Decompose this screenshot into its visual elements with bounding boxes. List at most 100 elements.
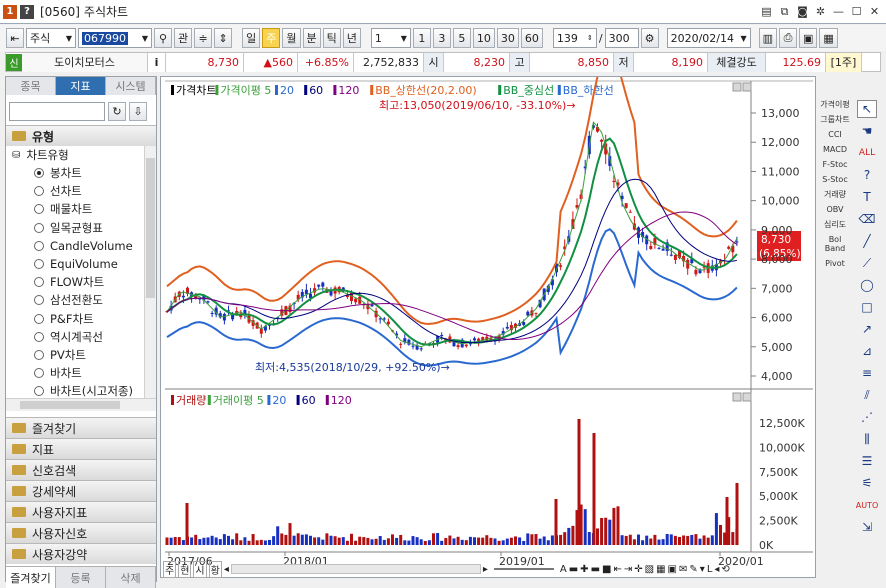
help-tool-icon[interactable]: ? <box>857 166 877 184</box>
save-icon[interactable]: ▣ <box>799 28 818 48</box>
tool-sstoc[interactable]: S-Stoc <box>820 175 850 184</box>
info-icon[interactable]: i <box>148 52 166 72</box>
folder-strength[interactable]: 강세약세 <box>6 480 156 501</box>
gear-icon[interactable]: ✲ <box>813 4 828 19</box>
zoom-out-icon[interactable]: ▬ <box>569 564 578 575</box>
settings-line-icon[interactable]: ⚟ <box>857 474 877 492</box>
code-input[interactable]: 067990 ▼ <box>78 28 152 48</box>
text-tool-icon[interactable]: A <box>560 564 567 575</box>
list-item[interactable]: 바차트(시고저종) <box>6 382 156 398</box>
line-icon[interactable]: L <box>707 564 713 575</box>
bottom-btn-market[interactable]: 시 <box>193 560 207 578</box>
stop-icon[interactable]: ■ <box>602 564 611 575</box>
list-item[interactable]: 선차트 <box>6 182 156 200</box>
tool-fstoc[interactable]: F-Stoc <box>820 160 850 169</box>
chart-area[interactable]: 가격차트 가격이평 5 20 60 120 BB_상한선(20,2.00) BB_중심선 BB… <box>160 46 816 578</box>
spin-icon[interactable]: ⇕ <box>214 28 233 48</box>
interval-select[interactable]: 1 ▼ <box>370 28 411 48</box>
list-item[interactable]: 봉차트 <box>6 164 156 182</box>
vertical-scrollbar[interactable] <box>144 146 156 398</box>
bottom-btn-status[interactable]: 황 <box>208 560 222 578</box>
interval-1-button[interactable]: 1 <box>412 28 431 48</box>
fibonacci-icon[interactable]: ≡ <box>857 364 877 382</box>
rectangle-icon[interactable]: □ <box>857 298 877 316</box>
tab-system[interactable]: 시스템 <box>106 77 156 95</box>
interval-5-button[interactable]: 5 <box>452 28 471 48</box>
interval-60-button[interactable]: 60 <box>520 28 543 48</box>
tab-period-minute[interactable]: 분 <box>302 28 321 48</box>
gann-icon[interactable]: ⊿ <box>857 342 877 360</box>
bottom-btn-week[interactable]: 주 <box>163 560 177 578</box>
tab-period-tick[interactable]: 틱 <box>322 28 341 48</box>
tool-obv[interactable]: OBV <box>820 205 850 214</box>
text-icon[interactable]: T <box>857 188 877 206</box>
folder-favorites[interactable]: 즐겨찾기 <box>6 417 156 438</box>
last-icon[interactable]: ⇥ <box>624 564 632 575</box>
print-icon[interactable]: ⎙ <box>779 28 797 48</box>
tab-period-year[interactable]: 년 <box>342 28 361 48</box>
chart-scrollbar[interactable] <box>230 564 481 574</box>
minus-icon[interactable]: ▬ <box>591 564 600 575</box>
tab-indicator[interactable]: 지표 <box>56 77 106 95</box>
list-item[interactable]: 삼선전환도 <box>6 291 156 309</box>
vol-pane-minimize-icon[interactable] <box>732 392 742 402</box>
horizontal-scrollbar[interactable] <box>6 398 156 411</box>
search-icon[interactable]: ⚲ <box>154 28 172 48</box>
tool-pivot[interactable]: Pivot <box>820 259 850 268</box>
trend-line-icon[interactable]: ⟋ <box>857 254 877 272</box>
maximize-icon[interactable]: ☐ <box>849 4 864 19</box>
channel-icon[interactable]: ⫽ <box>857 386 877 404</box>
circle-icon[interactable]: ◯ <box>857 276 877 294</box>
list-item[interactable]: 일목균형표 <box>6 219 156 237</box>
settings-icon[interactable]: ⚙ <box>640 28 659 48</box>
all-icon[interactable]: ALL <box>857 144 877 162</box>
scroll-right-icon[interactable]: ▸ <box>483 564 488 575</box>
tool-price-ma[interactable]: 가격이평 <box>820 100 850 109</box>
auto-icon[interactable]: AUTO <box>856 496 879 514</box>
memo-icon[interactable]: ▤ <box>759 4 774 19</box>
interval-3-button[interactable]: 3 <box>432 28 451 48</box>
line-draw-icon[interactable]: ╱ <box>857 232 877 250</box>
cycle-icon[interactable]: ⫼ <box>857 430 877 448</box>
prev-icon[interactable]: ⇤ <box>6 28 24 48</box>
zoom-in-icon[interactable]: ✚ <box>580 564 588 575</box>
email-icon[interactable]: ✉ <box>679 564 687 575</box>
tool-group-chart[interactable]: 그룹차트 <box>820 115 850 124</box>
eraser-icon[interactable]: ⌫ <box>857 210 877 228</box>
menu-icon[interactable]: 1 <box>3 4 17 19</box>
download-icon[interactable]: ⇩ <box>129 102 147 121</box>
interval-10-button[interactable]: 10 <box>472 28 495 48</box>
crosshair-icon[interactable]: ✛ <box>634 564 642 575</box>
folder-indicator[interactable]: 지표 <box>6 438 156 459</box>
tab-favorites[interactable]: 즐겨찾기 <box>6 567 56 588</box>
tab-period-week[interactable]: 주 <box>262 28 281 48</box>
bottom-btn-current[interactable]: 현 <box>178 560 192 578</box>
save-chart-icon[interactable]: ▣ <box>668 564 677 575</box>
chart-icon[interactable]: ▥ <box>758 28 777 48</box>
total-count-input[interactable]: 300 <box>604 28 639 48</box>
tab-period-day[interactable]: 일 <box>242 28 261 48</box>
market-select[interactable]: 주식 ▼ <box>26 28 76 48</box>
tool-bollinger[interactable]: Bol Band <box>820 235 850 253</box>
interval-30-button[interactable]: 30 <box>496 28 519 48</box>
arrow-line-icon[interactable]: ↗ <box>857 320 877 338</box>
tab-period-month[interactable]: 월 <box>282 28 301 48</box>
list-item[interactable]: P&F차트 <box>6 310 156 328</box>
up-down-icon[interactable]: ≑ <box>194 28 213 48</box>
close-icon[interactable]: ✕ <box>867 4 882 19</box>
tool-psychology[interactable]: 심리도 <box>820 220 850 229</box>
down-icon[interactable]: ▾ <box>700 564 705 575</box>
hand-icon[interactable]: ☚ <box>857 122 877 140</box>
cursor-icon[interactable]: ↖ <box>857 100 877 118</box>
copy-icon[interactable]: ⧉ <box>777 4 792 19</box>
zoom-slider[interactable] <box>493 568 554 570</box>
pen-icon[interactable]: ✎ <box>689 564 697 575</box>
list-item[interactable]: 매물차트 <box>6 200 156 218</box>
excel-icon[interactable]: ▧ <box>645 564 654 575</box>
layout-icon[interactable]: ▦ <box>819 28 838 48</box>
camera-icon[interactable]: ◙ <box>795 4 810 19</box>
pane-close-icon[interactable] <box>742 82 752 92</box>
list-item[interactable]: 바차트 <box>6 364 156 382</box>
list-item[interactable]: 역시계곡선 <box>6 328 156 346</box>
folder-signal-search[interactable]: 신호검색 <box>6 459 156 480</box>
